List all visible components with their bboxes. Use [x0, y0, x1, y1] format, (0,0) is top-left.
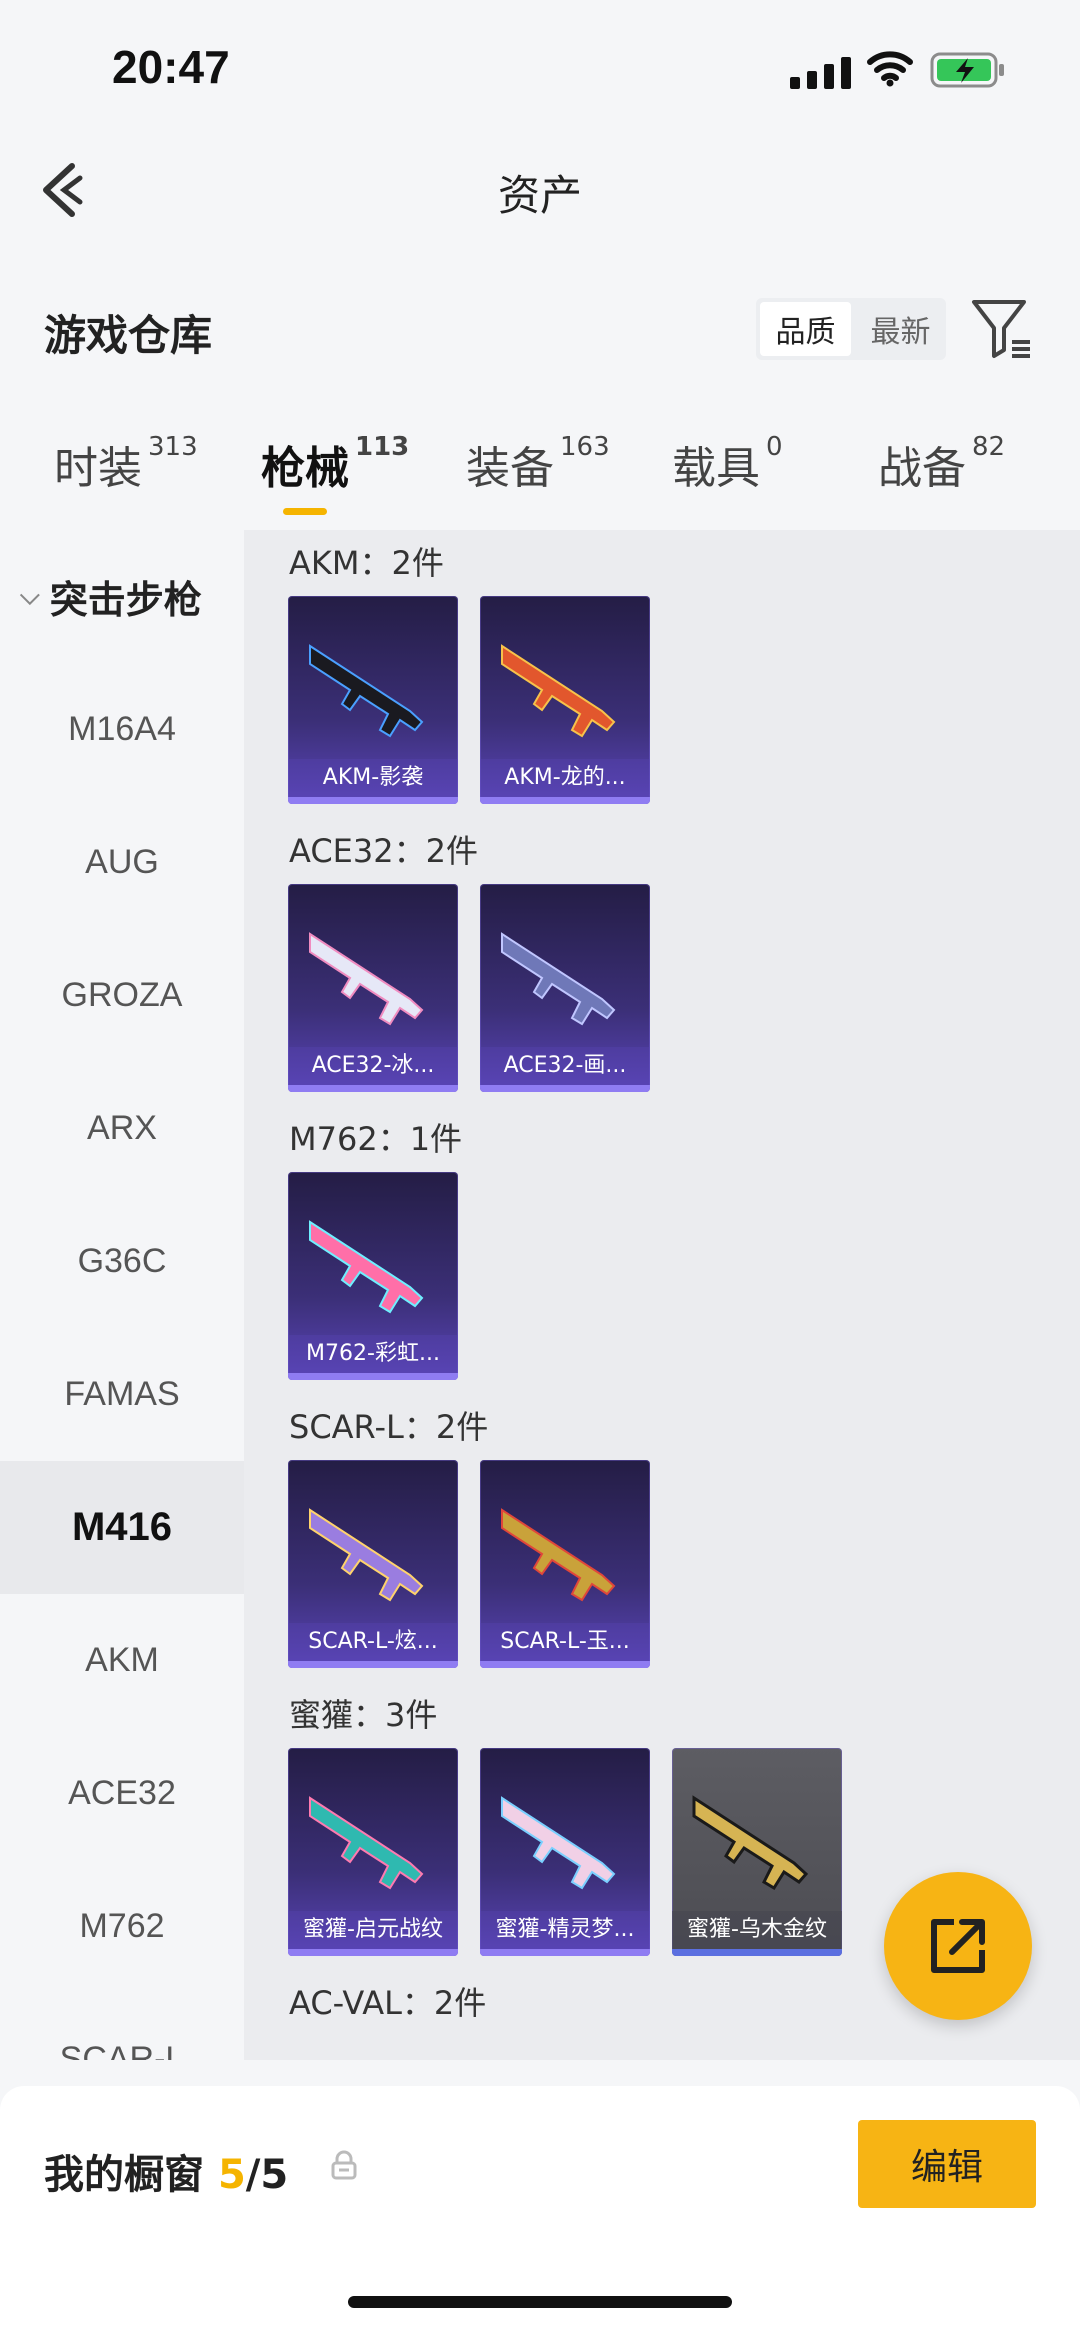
- tab-label: 载具: [672, 443, 760, 494]
- skin-card-label: 蜜獾-乌木金纹: [672, 1911, 842, 1949]
- sidebar-item-arx[interactable]: ARX: [0, 1062, 244, 1195]
- skin-card-label: ACE32-画...: [480, 1047, 650, 1085]
- rifle-icon: [309, 644, 424, 738]
- status-time: 20:47: [112, 41, 230, 93]
- skin-card[interactable]: SCAR-L-玉...: [480, 1460, 650, 1668]
- skin-card-label: SCAR-L-玉...: [480, 1623, 650, 1661]
- skin-card[interactable]: ACE32-冰...: [288, 884, 458, 1092]
- tab-supplies[interactable]: 战备 82: [878, 432, 1005, 496]
- group-title-honey-badger: 蜜獾：3件: [289, 1696, 438, 1734]
- edit-button[interactable]: 编辑: [858, 2120, 1036, 2208]
- skin-card-label: AKM-影袭: [288, 759, 458, 797]
- skin-card-label: ACE32-冰...: [288, 1047, 458, 1085]
- weapon-skin-list: AKM：2件 AKM-影袭 AKM-龙的... ACE32：2件 ACE32-冰…: [244, 530, 1080, 2060]
- rifle-icon: [501, 644, 616, 738]
- chevron-down-icon: ⌵: [20, 581, 40, 611]
- skin-card[interactable]: ACE32-画...: [480, 884, 650, 1092]
- weapon-sidebar: ⌵ 突击步枪 M16A4 AUG GROZA ARX G36C FAMAS M4…: [0, 530, 244, 2060]
- rifle-icon: [309, 1796, 424, 1890]
- nav-header: 资产: [0, 150, 1080, 230]
- sidebar-item-aug[interactable]: AUG: [0, 796, 244, 929]
- skin-card-label: 蜜獾-启元战纹: [288, 1911, 458, 1949]
- rifle-icon: [501, 1796, 616, 1890]
- skin-card[interactable]: M762-彩虹...: [288, 1172, 458, 1380]
- showcase-count-used: 5: [217, 2152, 246, 2198]
- tab-fashion[interactable]: 时装 313: [54, 432, 198, 496]
- card-row: AKM-影袭 AKM-龙的...: [288, 596, 1080, 804]
- group-title-ace32: ACE32：2件: [289, 832, 478, 870]
- wifi-icon: [867, 51, 913, 87]
- skin-card[interactable]: AKM-影袭: [288, 596, 458, 804]
- active-tab-indicator: [283, 508, 327, 515]
- skin-card[interactable]: SCAR-L-炫...: [288, 1460, 458, 1668]
- showcase-label: 我的橱窗 5/5: [44, 2142, 288, 2200]
- rifle-icon: [309, 1508, 424, 1602]
- sidebar-category-label: 突击步枪: [49, 578, 202, 622]
- group-title-scar-l: SCAR-L：2件: [289, 1408, 489, 1446]
- tab-count: 113: [355, 432, 410, 463]
- card-row: SCAR-L-炫... SCAR-L-玉...: [288, 1460, 1080, 1668]
- showcase-title: 我的橱窗: [44, 2152, 204, 2198]
- home-indicator: [348, 2296, 732, 2308]
- sidebar-item-m416[interactable]: M416: [0, 1461, 244, 1594]
- tab-label: 枪械: [261, 443, 349, 494]
- rifle-icon: [309, 932, 424, 1026]
- sort-option-latest[interactable]: 最新: [855, 298, 946, 360]
- status-bar: 20:47: [0, 0, 1080, 130]
- sidebar-item-m16a4[interactable]: M16A4: [0, 663, 244, 796]
- filter-icon[interactable]: [970, 298, 1034, 360]
- sidebar-item-ace32[interactable]: ACE32: [0, 1727, 244, 1860]
- skin-card-label: SCAR-L-炫...: [288, 1623, 458, 1661]
- warehouse-title: 游戏仓库: [44, 311, 213, 360]
- share-external-icon: [931, 1919, 985, 1973]
- sidebar-item-famas[interactable]: FAMAS: [0, 1328, 244, 1461]
- sidebar-item-g36c[interactable]: G36C: [0, 1195, 244, 1328]
- skin-card[interactable]: 蜜獾-乌木金纹: [672, 1748, 842, 1956]
- tab-count: 163: [560, 432, 610, 463]
- tab-label: 时装: [54, 443, 142, 494]
- tab-label: 战备: [878, 443, 966, 494]
- tab-label: 装备: [466, 443, 554, 494]
- tab-count: 313: [148, 432, 198, 463]
- tab-guns[interactable]: 枪械 113: [261, 432, 409, 496]
- skin-card-label: AKM-龙的...: [480, 759, 650, 797]
- battery-charging-icon: [930, 52, 1004, 88]
- skin-card[interactable]: AKM-龙的...: [480, 596, 650, 804]
- card-row: ACE32-冰... ACE32-画...: [288, 884, 1080, 1092]
- category-tabs: 时装 313 枪械 113 装备 163 载具 0 战备 82: [0, 432, 1080, 522]
- sidebar-item-akm[interactable]: AKM: [0, 1594, 244, 1727]
- rifle-icon: [501, 932, 616, 1026]
- group-title-m762: M762：1件: [289, 1120, 463, 1158]
- tab-vehicles[interactable]: 载具 0: [672, 432, 783, 496]
- sort-toggle: 品质 最新: [756, 298, 946, 360]
- cellular-signal-icon: [790, 55, 851, 89]
- share-button[interactable]: [884, 1872, 1032, 2020]
- sidebar-category[interactable]: ⌵ 突击步枪: [0, 530, 244, 663]
- rifle-icon: [692, 1795, 809, 1891]
- sidebar-item-m762[interactable]: M762: [0, 1860, 244, 1993]
- showcase-count-total: /5: [245, 2152, 289, 2198]
- sort-option-quality[interactable]: 品质: [760, 302, 851, 356]
- tab-equipment[interactable]: 装备 163: [466, 432, 610, 496]
- group-title-akm: AKM：2件: [289, 544, 444, 582]
- skin-card-label: M762-彩虹...: [288, 1335, 458, 1373]
- skin-card-label: 蜜獾-精灵梦...: [480, 1911, 650, 1949]
- page-title: 资产: [497, 171, 582, 220]
- tab-count: 0: [766, 432, 783, 463]
- card-row: M762-彩虹...: [288, 1172, 1080, 1380]
- skin-card[interactable]: 蜜獾-精灵梦...: [480, 1748, 650, 1956]
- tab-count: 82: [972, 432, 1006, 463]
- sidebar-item-scar-l[interactable]: SCAR-L: [0, 1993, 244, 2060]
- skin-card[interactable]: 蜜獾-启元战纹: [288, 1748, 458, 1956]
- sidebar-item-groza[interactable]: GROZA: [0, 929, 244, 1062]
- rifle-icon: [309, 1220, 424, 1314]
- lock-icon: [331, 2150, 357, 2180]
- rifle-icon: [501, 1508, 616, 1602]
